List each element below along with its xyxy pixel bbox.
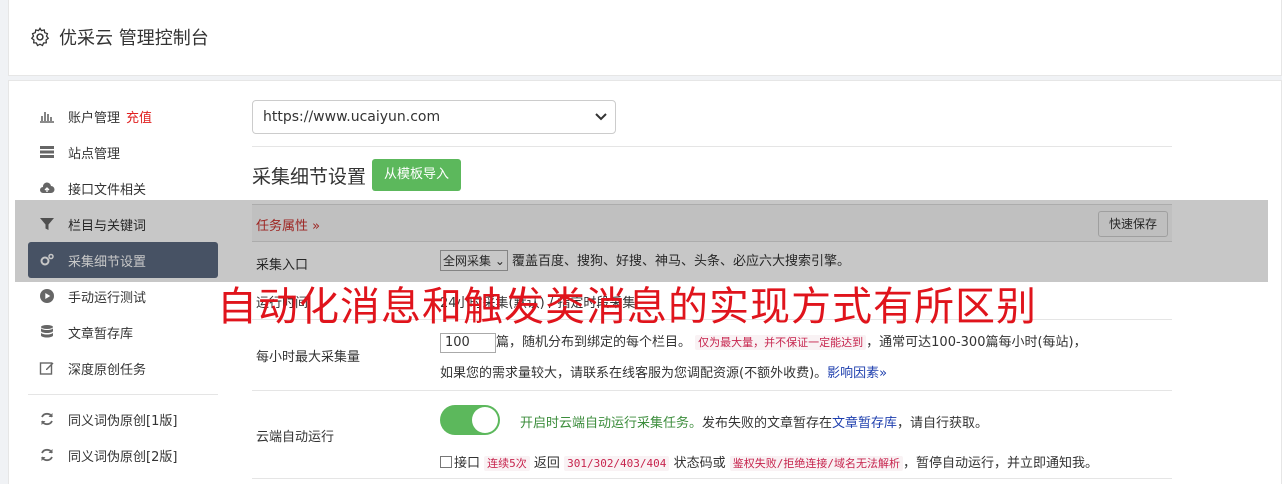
pause-text-5: ，暂停自动运行，并立即通知我。 [902, 456, 1098, 471]
bar-chart-icon [38, 107, 56, 125]
cloud-run-label: 云端自动运行 [256, 430, 335, 445]
toggle-knob [472, 407, 498, 433]
sidebar-item-manual-run[interactable]: 手动运行测试 [28, 278, 218, 314]
pause-prefix: 接口 [454, 456, 481, 471]
cloud-run-desc: 开启时云端自动运行采集任务。发布失败的文章暂存在文章暂存库，请自行获取。 [520, 412, 988, 431]
play-circle-icon [38, 287, 56, 305]
edit-icon [38, 359, 56, 377]
app-title-text: 优采云 管理控制台 [59, 28, 209, 49]
refresh-icon [38, 446, 56, 464]
divider [252, 390, 1172, 391]
cloud-run-text-2: ，请自行获取。 [897, 416, 989, 431]
max-per-hour-row: 100 篇，随机分布到绑定的每个栏目。 仅为最大量，并不保证一定能达到 ，通常可达1… [440, 331, 1087, 353]
sidebar: 账户管理 充值 站点管理 接口文件相关 栏目与关键词 采集细节设置 手动运行测试… [28, 98, 218, 473]
gray-overlay [15, 200, 1268, 282]
sidebar-item-article-store[interactable]: 文章暂存库 [28, 314, 218, 350]
divider [252, 478, 1172, 479]
sidebar-item-label: 接口文件相关 [68, 182, 147, 198]
cloud-run-green: 开启时云端自动运行采集任务。 [520, 416, 703, 431]
content-area: https://www.ucaiyun.com 采集细节设置 从模板导入 [252, 100, 1172, 191]
sidebar-item-account[interactable]: 账户管理 充值 [28, 98, 218, 134]
import-template-button[interactable]: 从模板导入 [372, 159, 462, 191]
server-icon [38, 143, 56, 161]
sidebar-item-label: 手动运行测试 [68, 290, 147, 306]
site-select-value: https://www.ucaiyun.com [263, 109, 441, 125]
site-select[interactable]: https://www.ucaiyun.com [252, 100, 616, 134]
pause-rule-row: 接口 连续5次 返回 301/302/403/404 状态码或 鉴权失败/拒绝连… [440, 452, 1098, 471]
cloud-run-text-1: 发布失败的文章暂存在 [702, 416, 833, 431]
refresh-icon [38, 410, 56, 428]
divider [252, 146, 1172, 147]
section-header: 采集细节设置 从模板导入 [252, 159, 1172, 191]
section-title: 采集细节设置 [252, 165, 367, 188]
sidebar-item-label: 站点管理 [68, 146, 121, 162]
database-icon [38, 323, 56, 341]
article-store-link[interactable]: 文章暂存库 [832, 416, 897, 431]
pause-text-4: 状态码或 [673, 456, 726, 471]
max-text-3: 如果您的需求量较大，请联系在线客服为您调配资源(不额外收费)。 [440, 366, 828, 381]
sidebar-item-synonym-v2[interactable]: 同义词伪原创[2版] [28, 437, 218, 473]
max-note-code: 仅为最大量，并不保证一定能达到 [695, 335, 867, 350]
sidebar-item-label: 账户管理 [68, 110, 121, 126]
sidebar-item-label: 同义词伪原创[1版] [68, 413, 178, 429]
max-per-hour-input[interactable]: 100 [440, 333, 496, 353]
max-per-hour-label: 每小时最大采集量 [256, 350, 361, 365]
gear-icon [30, 27, 50, 47]
sidebar-item-label: 深度原创任务 [68, 362, 147, 378]
pause-text-3: 返回 [533, 456, 560, 471]
sidebar-item-deep-original[interactable]: 深度原创任务 [28, 350, 218, 386]
max-text-1: 篇，随机分布到绑定的每个栏目。 [496, 335, 692, 350]
pause-code-3: 鉴权失败/拒绝连接/域名无法解析 [729, 456, 903, 471]
recharge-link[interactable]: 充值 [126, 107, 152, 126]
pause-code-2: 301/302/403/404 [564, 456, 670, 471]
pause-checkbox[interactable] [440, 456, 452, 468]
chevron-down-icon [595, 113, 607, 121]
overlay-banner-text: 自动化消息和触发类消息的实现方式有所区别 [217, 284, 1037, 330]
max-per-hour-row-2: 如果您的需求量较大，请联系在线客服为您调配资源(不额外收费)。影响因素» [440, 362, 887, 381]
app-title: 优采云 管理控制台 [29, 24, 209, 50]
sidebar-item-synonym-v1[interactable]: 同义词伪原创[1版] [28, 401, 218, 437]
factors-link[interactable]: 影响因素» [827, 366, 887, 381]
max-text-2: ，通常可达100-300篇每小时(每站)， [866, 335, 1087, 350]
pause-code-1: 连续5次 [484, 456, 530, 471]
sidebar-item-label: 文章暂存库 [68, 326, 134, 342]
cloud-run-toggle[interactable] [440, 405, 500, 435]
sidebar-item-sites[interactable]: 站点管理 [28, 134, 218, 170]
cloud-upload-icon [38, 179, 56, 197]
sidebar-item-label: 同义词伪原创[2版] [68, 449, 178, 465]
header-bar: 优采云 管理控制台 [8, 0, 1282, 76]
sidebar-divider [28, 394, 218, 395]
